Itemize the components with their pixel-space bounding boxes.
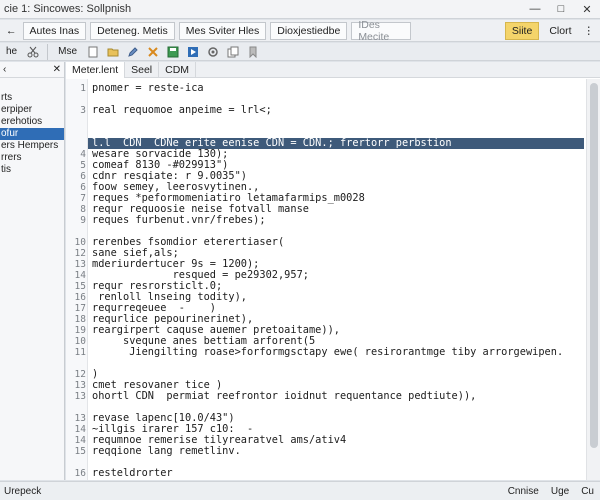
new-file-icon[interactable] [86,45,100,59]
line-number: 6 [80,182,86,193]
sidebar-item[interactable]: rrers [0,152,64,164]
line-number: 13 [74,380,86,391]
clort-button[interactable]: Clort [543,22,577,40]
edit-icon[interactable] [126,45,140,59]
code-editor: Meter.lent Seel CDM 1 pnomer = reste-ica 3… [66,61,600,480]
site-button[interactable]: Siite [504,21,540,40]
save-icon[interactable] [166,45,180,59]
code-line[interactable]: reques furbenut.vnr/frebes); [92,215,266,226]
sidebar-item-selected[interactable]: ofur [0,128,64,140]
back-arrow-icon[interactable]: ← [0,22,23,40]
code-line[interactable]: ohortl CDN permiat reefrontor ioidnut re… [92,391,476,402]
status-bar: Urepeck Cnnise Uge Cu [0,481,600,500]
line-number: 13 [74,259,86,270]
status-item[interactable]: Cu [575,486,600,497]
mse-label: Mse [58,46,78,57]
line-number: 9 [80,215,86,226]
code-line[interactable]: resteldrorter [92,468,173,479]
sidebar-item[interactable]: rts [0,92,64,104]
line-number: 16 [74,468,86,479]
line-number: 16 [74,292,86,303]
line-number: 13 [74,413,86,424]
minimize-button[interactable]: — [522,0,548,19]
menu-diox[interactable]: Dioxjestiedbe [270,21,348,40]
code-line[interactable]: Jiengilting roase>forformgsctapy ewe( re… [92,347,563,358]
sidebar-close-icon[interactable]: ✕ [53,64,61,75]
icon-toolbar: he Mse [0,43,600,61]
menu-deteneg[interactable]: Deteneg. Metis [90,21,175,40]
line-number: 19 [74,325,86,336]
copy-icon[interactable] [226,45,240,59]
status-left: Urepeck [4,485,42,497]
line-number: 11 [74,347,86,358]
line-number: 14 [74,270,86,281]
maximize-button[interactable]: □ [548,0,574,19]
editor-tabs: Meter.lent Seel CDM [66,61,600,78]
search-input[interactable]: IDes Mecite [351,19,412,43]
line-number: 15 [74,281,86,292]
line-number: 1 [80,83,86,94]
he-label: he [6,46,18,57]
status-item[interactable]: Cnnise [502,486,545,497]
more-icon[interactable]: ⋮ [578,22,600,40]
code-line[interactable]: pnomer = reste-ica [92,83,204,94]
line-number: 5 [80,160,86,171]
sidebar-header: ‹ ✕ [0,62,64,78]
close-button[interactable]: ✕ [574,0,600,19]
line-number: 4 [80,149,86,160]
sidebar-item[interactable]: ers Hempers [0,140,64,152]
line-number: 8 [80,204,86,215]
code-line[interactable]: real requomoe anpeime = lrl<; [92,105,272,116]
line-number: 7 [80,193,86,204]
line-number: 12 [74,369,86,380]
line-number: 18 [74,314,86,325]
line-number: 14 [74,424,86,435]
sidebar-item[interactable]: tis [0,164,64,176]
settings-icon[interactable] [206,45,220,59]
code-line[interactable]: reqqione lang remetlinv. [92,446,241,457]
sidebar-collapse-icon[interactable]: ‹ [3,64,6,75]
menu-sviter[interactable]: Mes Sviter Hles [178,21,267,40]
line-number: 10 [74,336,86,347]
line-number: 3 [80,105,86,116]
code-area[interactable]: 1 pnomer = reste-ica 3 real requomoe anpeim… [75,79,586,480]
sidebar-item[interactable]: erpiper [0,104,64,116]
menu-autes[interactable]: Autes Inas [22,21,87,40]
window-title: cie 1: Sincowes: Sollpnish [4,3,132,15]
main-toolbar: ← Autes Inas Deteneg. Metis Mes Sviter H… [0,19,600,43]
line-number: 15 [74,446,86,457]
open-file-icon[interactable] [106,45,120,59]
tab-cdm[interactable]: CDM [159,61,197,78]
line-number: 13 [74,391,86,402]
tab-seel[interactable]: Seel [125,61,160,78]
tab-meterlent[interactable]: Meter.lent [66,61,126,78]
window-controls: — □ ✕ [522,0,600,19]
scrollbar-thumb[interactable] [590,83,598,448]
line-number: 17 [74,303,86,314]
title-bar: cie 1: Sincowes: Sollpnish — □ ✕ [0,0,600,19]
line-number: 12 [74,248,86,259]
bookmark-icon[interactable] [246,45,260,59]
vertical-scrollbar[interactable] [586,79,600,480]
line-number: 14 [74,435,86,446]
status-item[interactable]: Uge [545,486,575,497]
cut-icon[interactable] [146,45,160,59]
scissors-icon[interactable] [26,45,40,59]
sidebar: ‹ ✕ rts erpiper erehotios ofur ers Hempe… [0,62,65,480]
line-number: 6 [80,171,86,182]
line-number: 10 [74,237,86,248]
run-icon[interactable] [186,45,200,59]
sidebar-item[interactable]: erehotios [0,116,64,128]
